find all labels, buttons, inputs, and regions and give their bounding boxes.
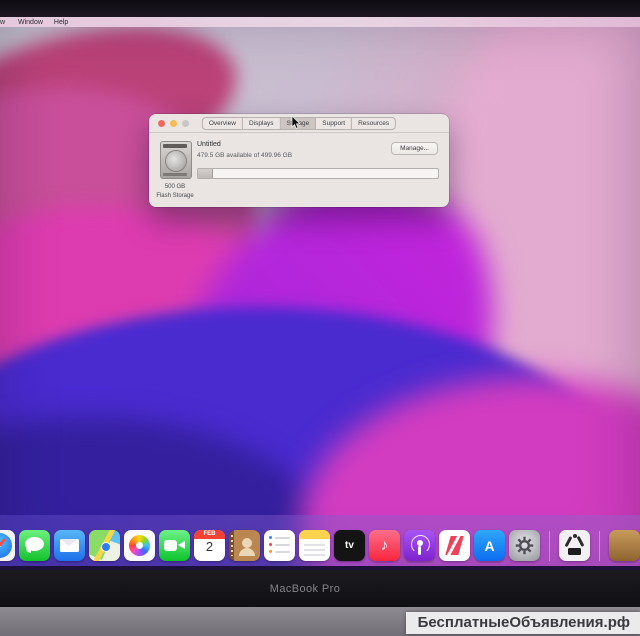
tab-resources[interactable]: Resources [352, 118, 395, 129]
laptop-bottom-bezel: MacBook Pro [0, 570, 640, 607]
dock-icon-photos[interactable] [124, 530, 155, 561]
gear-icon [515, 536, 534, 555]
dock-icon-notes[interactable] [299, 530, 330, 561]
dock-icon-app-store[interactable]: A [474, 530, 505, 561]
storage-pane: 500 GB Flash Storage Untitled 479.5 GB a… [149, 133, 449, 207]
dock-icon-news[interactable] [439, 530, 470, 561]
map-pin-icon [101, 542, 111, 552]
dock-icon-calendar[interactable]: FEB 2 [194, 530, 225, 561]
close-button[interactable] [158, 120, 165, 127]
dock-icon-messages[interactable] [19, 530, 50, 561]
hard-drive-icon [160, 141, 192, 179]
mouse-cursor [291, 116, 301, 129]
dock-separator [549, 531, 550, 561]
tab-displays[interactable]: Displays [243, 118, 281, 129]
dock-separator [599, 531, 600, 561]
dock-icon-podcasts[interactable] [404, 530, 435, 561]
disk-availability: 479.5 GB available of 499.96 GB [197, 152, 293, 159]
manage-button[interactable]: Manage... [391, 142, 438, 155]
dock-icon-safari[interactable] [0, 530, 15, 561]
disk-caption: 500 GB Flash Storage [149, 183, 201, 201]
disk-capacity-label: 500 GB [164, 184, 186, 190]
dock-icon-maps[interactable] [89, 530, 120, 561]
menu-item-window[interactable]: Window [18, 19, 43, 26]
dock-icon-music[interactable]: ♪ [369, 530, 400, 561]
storage-usage-bar [197, 168, 439, 179]
tab-support[interactable]: Support [316, 118, 353, 129]
calendar-month-banner: FEB [194, 530, 225, 539]
dock-icon-trash[interactable] [609, 530, 640, 561]
desk-surface: БесплатныеОбъявления.рф [0, 607, 640, 636]
dock-icon-mail[interactable] [54, 530, 85, 561]
video-camera-icon [164, 540, 177, 551]
contact-silhouette-icon [242, 538, 252, 548]
dock-icon-reminders[interactable] [264, 530, 295, 561]
menu-bar: w Window Help [0, 17, 640, 27]
compass-icon [0, 533, 12, 558]
app-store-a-icon: A [484, 537, 495, 554]
disk-type-label: Flash Storage [156, 193, 194, 199]
dock-icon-contacts[interactable] [229, 530, 260, 561]
macbook-screen: w Window Help FEB 2 tv ♪ A [0, 17, 640, 570]
calendar-day: 2 [205, 539, 214, 554]
dock-icon-utility[interactable] [559, 530, 590, 561]
dock-icon-system-preferences[interactable] [509, 530, 540, 561]
laptop-top-bezel [0, 0, 640, 17]
minimize-button[interactable] [170, 120, 177, 127]
tv-glyph: tv [345, 540, 354, 551]
watermark: БесплатныеОбъявления.рф [405, 612, 640, 634]
macbook-pro-label: MacBook Pro [269, 582, 341, 595]
device-icon [568, 548, 581, 555]
dock-icon-apple-tv[interactable]: tv [334, 530, 365, 561]
menu-item-help[interactable]: Help [54, 19, 68, 26]
traffic-lights [158, 120, 189, 127]
menu-item-clipped[interactable]: w [0, 19, 7, 26]
tab-overview[interactable]: Overview [203, 118, 243, 129]
dock: FEB 2 tv ♪ A [0, 515, 640, 566]
disk-name: Untitled [197, 141, 221, 148]
music-note-icon: ♪ [380, 537, 389, 554]
storage-used-segment [198, 169, 214, 178]
zoom-button-disabled [182, 120, 189, 127]
dock-icon-facetime[interactable] [159, 530, 190, 561]
